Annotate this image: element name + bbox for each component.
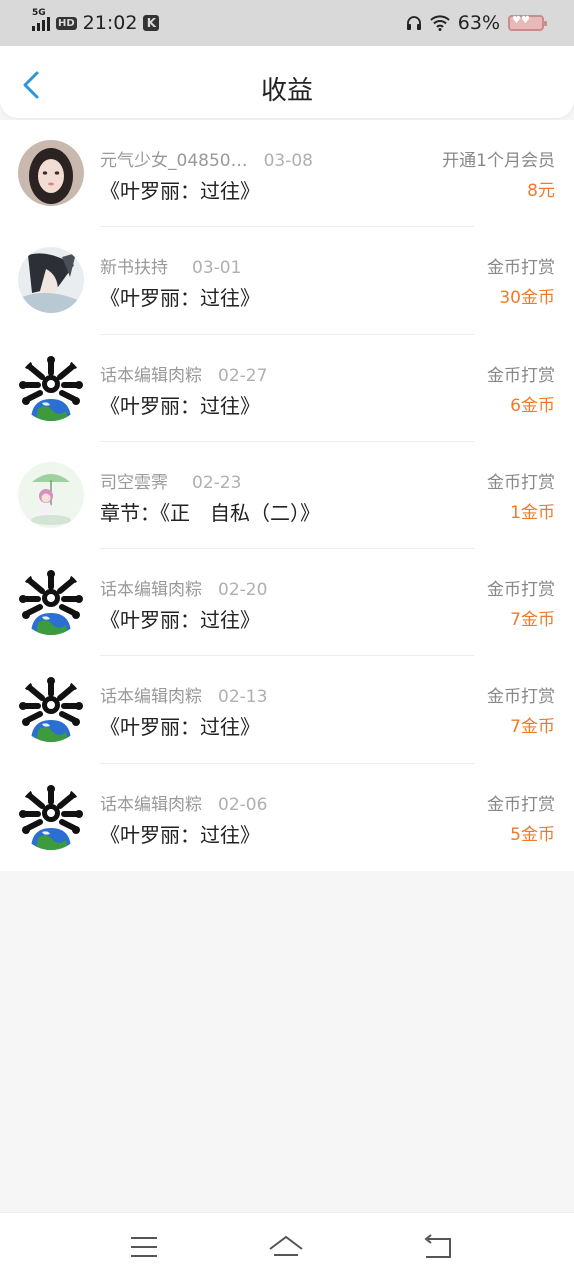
earning-type: 开通1个月会员	[442, 151, 555, 171]
sender-name: 新书扶持	[100, 258, 168, 279]
date: 02-27	[218, 365, 268, 386]
earning-row[interactable]: 话本编辑肉粽 02-20 《叶罗丽：过往》 金币打赏 7金币	[0, 549, 574, 657]
earning-type: 金币打赏	[487, 687, 555, 708]
earning-amount: 30金币	[499, 288, 555, 309]
book-title: 《叶罗丽：过往》	[100, 822, 260, 847]
book-title: 《叶罗丽：过往》	[100, 608, 260, 633]
date: 02-20	[218, 580, 268, 601]
earning-type: 金币打赏	[487, 580, 555, 601]
sender-name: 话本编辑肉粽	[100, 687, 202, 708]
date: 02-23	[192, 472, 242, 493]
wifi-icon	[430, 15, 450, 31]
home-icon[interactable]	[266, 1229, 306, 1265]
sender-name: 元气少女_04850…	[100, 151, 248, 171]
earth-bones-avatar[interactable]	[18, 783, 84, 850]
hd-icon: HD	[56, 16, 77, 30]
page-title: 收益	[260, 76, 313, 106]
network-type: 5G	[32, 8, 46, 18]
earning-row[interactable]: 话本编辑肉粽 02-27 《叶罗丽：过往》 金币打赏 6金币	[0, 335, 574, 442]
earning-row[interactable]: 话本编辑肉粽 02-13 《叶罗丽：过往》 金币打赏 7金币	[0, 656, 574, 764]
book-title: 《叶罗丽：过往》	[100, 393, 260, 418]
system-nav-bar	[0, 1212, 574, 1280]
earning-row[interactable]: 元气少女_04850… 03-08 《叶罗丽：过往》 开通1个月会员 8元	[0, 120, 574, 228]
umbrella-girl-avatar[interactable]	[18, 461, 84, 528]
earning-amount: 8元	[527, 181, 555, 201]
headphones-icon	[406, 16, 421, 30]
earning-row[interactable]: 司空雲霁 02-23 章节：《正 自私（二）》 金币打赏 1金币	[0, 442, 574, 550]
girl-photo-avatar[interactable]	[18, 140, 84, 206]
earning-amount: 5金币	[510, 824, 555, 845]
earth-bones-avatar[interactable]	[18, 569, 84, 636]
earning-amount: 6金币	[510, 395, 555, 416]
earth-bones-avatar[interactable]	[18, 354, 84, 421]
earning-type: 金币打赏	[487, 258, 555, 279]
battery-percent: 63%	[457, 12, 500, 34]
earning-type: 金币打赏	[487, 365, 555, 386]
earnings-list: 元气少女_04850… 03-08 《叶罗丽：过往》 开通1个月会员 8元 新书扶…	[0, 120, 574, 872]
book-title: 《叶罗丽：过往》	[100, 179, 260, 203]
anime-character-avatar[interactable]	[18, 247, 84, 314]
earning-type: 金币打赏	[487, 794, 555, 815]
earning-amount: 7金币	[510, 717, 555, 738]
earning-type: 金币打赏	[487, 472, 555, 493]
sender-name: 话本编辑肉粽	[100, 794, 202, 815]
earth-bones-avatar[interactable]	[18, 676, 84, 743]
sender-name: 话本编辑肉粽	[100, 365, 202, 386]
date: 03-01	[192, 258, 242, 279]
earning-amount: 7金币	[510, 610, 555, 631]
sender-name: 话本编辑肉粽	[100, 580, 202, 601]
book-title: 《叶罗丽：过往》	[100, 715, 260, 740]
book-title: 章节：《正 自私（二）》	[100, 500, 320, 525]
sender-name: 司空雲霁	[100, 472, 168, 493]
earning-row[interactable]: 新书扶持 03-01 《叶罗丽：过往》 金币打赏 30金币	[0, 227, 574, 335]
back-icon[interactable]	[418, 1229, 458, 1265]
app-notification-icon: K	[143, 15, 160, 31]
earning-row[interactable]: 话本编辑肉粽 02-06 《叶罗丽：过往》 金币打赏 5金币	[0, 764, 574, 871]
clock: 21:02	[82, 12, 138, 34]
status-bar: 5G HD 21:02 K 63% ♥♥	[0, 0, 574, 46]
book-title: 《叶罗丽：过往》	[100, 286, 260, 311]
signal-icon: 5G	[32, 8, 50, 31]
date: 02-13	[218, 687, 268, 708]
app-header: 收益	[0, 46, 574, 118]
battery-icon: ♥♥	[508, 15, 547, 31]
date: 02-06	[218, 794, 268, 815]
earning-amount: 1金币	[510, 502, 555, 523]
date: 03-08	[263, 151, 313, 171]
menu-icon[interactable]	[124, 1229, 164, 1265]
